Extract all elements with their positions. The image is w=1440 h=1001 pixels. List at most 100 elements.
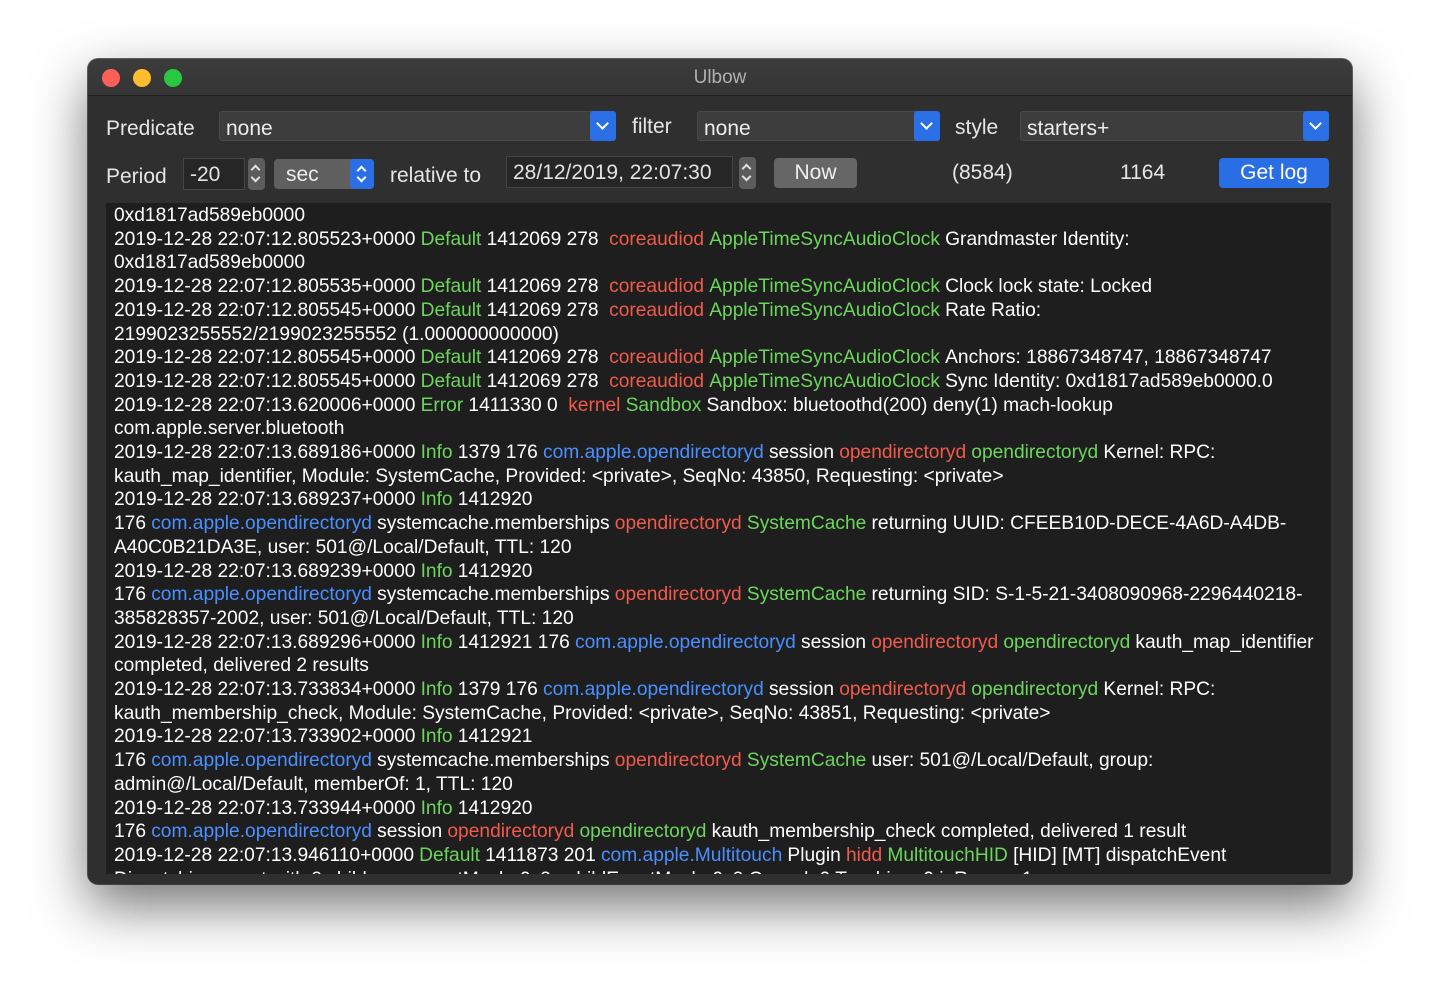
log-segment: com.apple.opendirectoryd — [575, 631, 796, 653]
now-button[interactable]: Now — [774, 158, 857, 188]
log-segment: session — [377, 821, 443, 843]
log-segment: hidd — [845, 844, 883, 866]
log-segment: Clock lock state: Locked — [945, 276, 1153, 298]
log-segment: com.apple.opendirectoryd — [151, 584, 372, 606]
log-entry: 2019-12-28 22:07:13.733944+0000 Info 14129… — [114, 797, 1323, 844]
log-segment: 2019-12-28 22:07:13.946110+0000 — [114, 844, 414, 866]
log-segment: 2019-12-28 22:07:13.689237+0000 — [114, 489, 416, 511]
log-segment: Default — [420, 228, 482, 250]
log-segment: opendirectoryd — [839, 442, 967, 464]
title-bar[interactable]: Ulbow — [88, 59, 1352, 96]
log-segment: com.apple.opendirectoryd — [542, 442, 764, 464]
log-segment: com.apple.Multitouch — [600, 844, 783, 866]
updown-chevron-icon[interactable] — [350, 159, 374, 189]
log-entry: 2019-12-28 22:07:12.805545+0000 Default 14… — [114, 346, 1323, 370]
log-segment: opendirectoryd — [614, 750, 742, 772]
relative-to-label: relative to — [390, 164, 482, 187]
chevron-down-icon[interactable] — [1303, 111, 1329, 141]
log-segment: com.apple.opendirectoryd — [151, 750, 372, 772]
log-entry: 2019-12-28 22:07:12.805535+0000 Default 14… — [114, 275, 1323, 299]
log-segment: Sync Identity: 0xd1817ad589eb0000.0 — [945, 370, 1273, 392]
period-value[interactable]: -20 — [190, 163, 220, 187]
predicate-label: Predicate — [106, 117, 195, 140]
log-segment: AppleTimeSyncAudioClock — [709, 276, 940, 298]
log-segment: coreaudiod — [609, 370, 705, 392]
chevron-down-icon[interactable] — [914, 111, 940, 141]
log-entry: 2019-12-28 22:07:13.689237+0000 Info 14129… — [114, 488, 1323, 559]
log-segment: coreaudiod — [609, 228, 705, 250]
period-field[interactable]: -20 — [183, 158, 245, 190]
log-segment: Default — [420, 347, 482, 369]
datetime-field[interactable]: 28/12/2019, 22:07:30 — [506, 156, 733, 188]
log-segment: Plugin — [787, 844, 841, 866]
log-segment: Info — [420, 560, 453, 582]
log-segment: kauth_membership_check completed, delive… — [711, 821, 1187, 843]
filter-combo[interactable]: none — [697, 111, 940, 141]
log-segment: 2019-12-28 22:07:12.805545+0000 — [114, 347, 416, 369]
log-segment: AppleTimeSyncAudioClock — [709, 228, 940, 250]
log-segment: 2019-12-28 22:07:13.689186+0000 — [114, 442, 416, 464]
log-segment: coreaudiod — [609, 347, 705, 369]
log-segment: com.apple.opendirectoryd — [151, 821, 372, 843]
log-segment: AppleTimeSyncAudioClock — [709, 347, 940, 369]
log-entry: 2019-12-28 22:07:13.620006+0000 Error 1411… — [114, 394, 1323, 441]
predicate-value[interactable]: none — [226, 117, 273, 141]
style-combo[interactable]: starters+ — [1020, 111, 1329, 141]
log-entry: 0xd1817ad589eb0000 — [114, 204, 1323, 228]
datetime-stepper[interactable] — [739, 157, 756, 189]
log-entry: 2019-12-28 22:07:13.689239+0000 Info 14129… — [114, 560, 1323, 631]
log-segment: systemcache.memberships — [377, 750, 610, 772]
period-unit-value[interactable]: sec — [286, 163, 319, 187]
log-segment: opendirectoryd — [971, 442, 1099, 464]
log-entry: 2019-12-28 22:07:12.805545+0000 Default 14… — [114, 299, 1323, 346]
log-segment: Sandbox — [625, 394, 702, 416]
log-segment: 2019-12-28 22:07:12.805545+0000 — [114, 370, 416, 392]
log-segment: 1379 176 — [457, 442, 538, 464]
log-segment: Info — [420, 489, 453, 511]
log-segment: 1412921 176 — [457, 631, 570, 653]
log-segment: Default — [419, 844, 480, 866]
log-segment: Default — [420, 276, 482, 298]
total-count: (8584) — [952, 161, 1013, 184]
log-entry: 2019-12-28 22:07:13.733902+0000 Info 14129… — [114, 725, 1323, 796]
log-segment: Info — [420, 797, 453, 819]
log-segment: opendirectoryd — [614, 513, 742, 535]
period-stepper[interactable] — [248, 158, 265, 190]
log-segment: opendirectoryd — [614, 584, 742, 606]
log-entry: 2019-12-28 22:07:13.733834+0000 Info 1379 … — [114, 678, 1323, 725]
log-segment: systemcache.memberships — [377, 513, 610, 535]
log-entry: 2019-12-28 22:07:12.805545+0000 Default 14… — [114, 370, 1323, 394]
period-unit-popup[interactable]: sec — [274, 159, 374, 189]
log-segment: opendirectoryd — [579, 821, 707, 843]
log-segment: 2019-12-28 22:07:12.805545+0000 — [114, 299, 416, 321]
filter-label: filter — [632, 115, 672, 138]
window-title: Ulbow — [693, 67, 747, 88]
log-segment: Error — [420, 394, 464, 416]
get-log-button[interactable]: Get log — [1219, 158, 1329, 188]
log-entry: 2019-12-28 22:07:12.805523+0000 Default 14… — [114, 228, 1323, 275]
log-segment: 1412069 278 — [486, 228, 604, 250]
log-segment: 2019-12-28 22:07:12.805535+0000 — [114, 276, 416, 298]
log-segment: 2019-12-28 22:07:13.733944+0000 — [114, 797, 416, 819]
style-value[interactable]: starters+ — [1027, 117, 1109, 141]
log-segment: SystemCache — [746, 750, 867, 772]
log-segment: Default — [420, 299, 482, 321]
log-segment: opendirectoryd — [447, 821, 575, 843]
predicate-combo[interactable]: none — [219, 111, 616, 141]
log-segment: opendirectoryd — [1003, 631, 1131, 653]
log-segment: SystemCache — [746, 584, 867, 606]
log-segment: 1412069 278 — [486, 299, 604, 321]
log-view[interactable]: 0xd1817ad589eb0000 2019-12-28 22:07:12.80… — [106, 203, 1331, 874]
log-segment: SystemCache — [746, 513, 867, 535]
log-segment: opendirectoryd — [839, 679, 967, 701]
filter-value[interactable]: none — [704, 117, 751, 141]
log-segment: AppleTimeSyncAudioClock — [709, 370, 940, 392]
log-segment: coreaudiod — [609, 299, 705, 321]
log-segment: session — [768, 679, 835, 701]
datetime-value[interactable]: 28/12/2019, 22:07:30 — [513, 161, 712, 185]
log-segment: kernel — [568, 394, 621, 416]
log-segment: Info — [420, 679, 453, 701]
chevron-down-icon[interactable] — [590, 111, 616, 141]
log-segment: systemcache.memberships — [377, 584, 610, 606]
log-segment: 1412069 278 — [486, 276, 604, 298]
